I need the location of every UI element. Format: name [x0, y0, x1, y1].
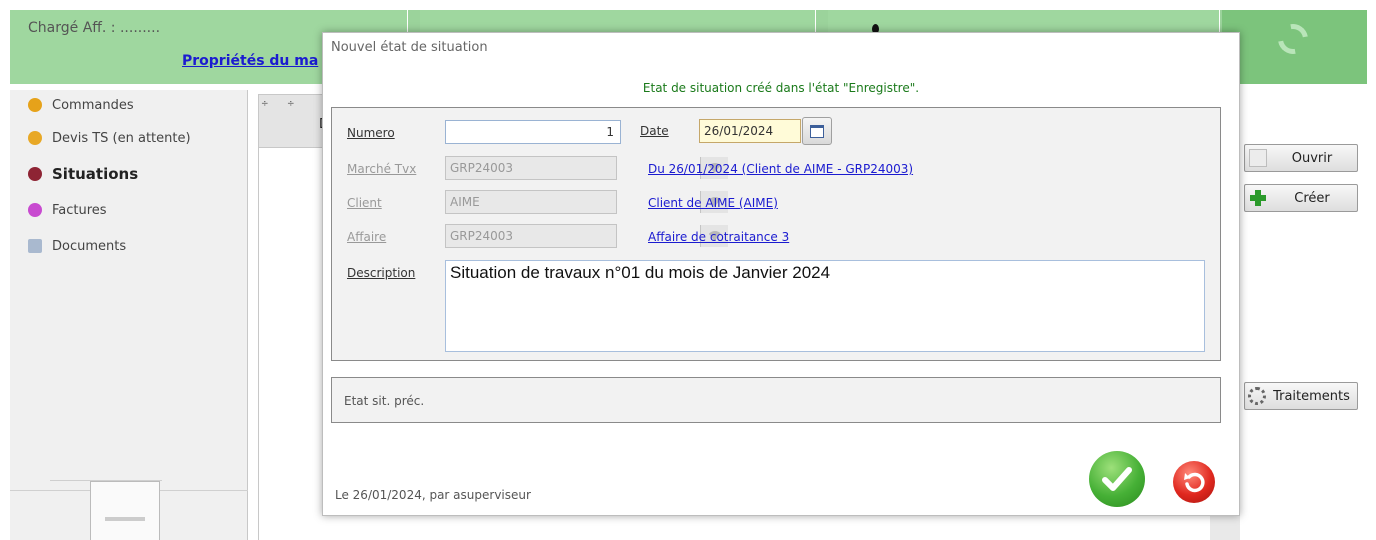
create-button[interactable]: Créer	[1244, 184, 1358, 212]
undo-icon	[1184, 472, 1205, 493]
validate-button[interactable]	[1089, 451, 1145, 507]
client-combo: AIME	[445, 190, 728, 214]
created-by-footer: Le 26/01/2024, par asuperviseur	[335, 488, 531, 502]
new-situation-dialog: Nouvel état de situation Etat de situati…	[322, 32, 1240, 516]
treatments-button[interactable]: Traitements	[1244, 382, 1358, 410]
situations-icon	[28, 167, 42, 181]
sidebar-item-situations[interactable]: Situations	[10, 156, 247, 192]
document-illustration-icon	[50, 480, 162, 540]
header-segment-refresh	[1222, 10, 1368, 84]
description-label: Description	[347, 266, 416, 280]
create-button-label: Créer	[1294, 190, 1330, 206]
sheet-line	[105, 517, 145, 521]
affaire-value: GRP24003	[450, 229, 514, 243]
open-button[interactable]: Ouvrir	[1244, 144, 1358, 172]
numero-input[interactable]: 1	[445, 120, 621, 144]
proprietes-link[interactable]: Propriétés du ma	[182, 53, 322, 69]
sidebar-item-label: Commandes	[52, 97, 134, 113]
sort-icon[interactable]: ÷	[261, 99, 269, 109]
description-textarea[interactable]: Situation de travaux n°01 du mois de Jan…	[445, 260, 1205, 352]
gear-icon	[1248, 387, 1266, 405]
marche-value: GRP24003	[450, 161, 514, 175]
charge-affaire-label: Chargé Aff. : .........	[28, 20, 161, 36]
cancel-button[interactable]	[1173, 461, 1215, 503]
document-icon	[1249, 149, 1267, 167]
date-input[interactable]: 26/01/2024	[699, 119, 801, 143]
affaire-combo: GRP24003	[445, 224, 728, 248]
treatments-button-label: Traitements	[1273, 388, 1350, 404]
calendar-button[interactable]	[802, 117, 832, 145]
checkmark-icon	[1102, 467, 1132, 491]
plus-icon	[1249, 189, 1267, 207]
sidebar: Commandes Devis TS (en attente) Situatio…	[10, 90, 248, 540]
grid-divider	[258, 148, 259, 540]
client-link[interactable]: Client de AIME (AIME)	[648, 196, 778, 210]
client-label: Client	[347, 196, 382, 210]
sidebar-item-label: Situations	[52, 165, 139, 183]
marche-combo: GRP24003	[445, 156, 728, 180]
client-value: AIME	[450, 195, 480, 209]
numero-label: Numero	[347, 126, 395, 140]
documents-icon	[28, 239, 42, 253]
commandes-icon	[28, 98, 42, 112]
sidebar-item-label: Documents	[52, 238, 127, 254]
main-fields-panel: Numero 1 Date 26/01/2024 Marché Tvx GRP2…	[331, 107, 1221, 361]
sidebar-item-label: Factures	[52, 202, 107, 218]
previous-state-label: Etat sit. préc.	[344, 394, 425, 408]
calendar-icon	[810, 124, 824, 138]
grid-header[interactable]: ÷ ÷ D	[258, 94, 329, 148]
marche-link[interactable]: Du 26/01/2024 (Client de AIME - GRP24003…	[648, 162, 913, 176]
previous-state-panel: Etat sit. préc.	[331, 377, 1221, 423]
devis-icon	[28, 131, 42, 145]
refresh-icon[interactable]	[1272, 18, 1314, 60]
sidebar-item-devis[interactable]: Devis TS (en attente)	[10, 120, 247, 156]
status-message: Etat de situation créé dans l'état "Enre…	[642, 81, 920, 95]
date-label: Date	[640, 124, 669, 138]
sort-icon[interactable]: ÷	[287, 99, 295, 109]
factures-icon	[28, 203, 42, 217]
affaire-label: Affaire	[347, 230, 387, 244]
sidebar-item-documents[interactable]: Documents	[10, 228, 247, 264]
marche-label: Marché Tvx	[347, 162, 417, 176]
sidebar-item-label: Devis TS (en attente)	[52, 130, 191, 146]
dialog-title: Nouvel état de situation	[331, 40, 488, 55]
sheet-shape	[90, 481, 160, 540]
affaire-link[interactable]: Affaire de cotraitance 3	[648, 230, 789, 244]
open-button-label: Ouvrir	[1291, 150, 1333, 166]
sidebar-item-factures[interactable]: Factures	[10, 192, 247, 228]
sidebar-item-commandes[interactable]: Commandes	[10, 90, 247, 120]
